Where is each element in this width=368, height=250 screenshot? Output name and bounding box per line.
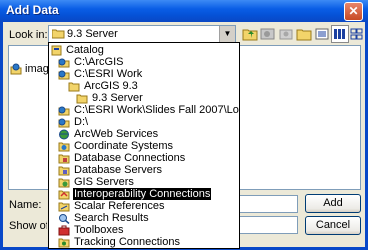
name-field[interactable] <box>238 195 298 213</box>
dropdown-item-d-drive[interactable]: D:\ <box>58 116 89 128</box>
tracking-icon <box>58 238 70 247</box>
close-button[interactable]: ✕ <box>344 2 363 21</box>
dropdown-item-label: D:\ <box>74 116 89 128</box>
title-bar: Add Data ✕ <box>0 0 368 22</box>
connect-folder-button[interactable] <box>277 25 295 43</box>
dropdown-item-label: Scalar References <box>74 200 165 212</box>
arcweb-icon <box>59 129 69 139</box>
folder-icon <box>68 82 80 91</box>
dropdown-item-database-servers[interactable]: Database Servers <box>58 164 163 176</box>
dropdown-item-label: Database Servers <box>74 164 163 176</box>
scalar-references-icon <box>58 202 70 211</box>
dropdown-item-93-server[interactable]: 9.3 Server <box>76 92 144 104</box>
name-label: Name: <box>9 199 42 211</box>
folder-connection-icon <box>58 58 70 67</box>
imagery-icon <box>10 63 22 75</box>
dropdown-item-label: Search Results <box>74 212 149 224</box>
look-in-label: Look in: <box>9 29 48 41</box>
cancel-button[interactable]: Cancel <box>305 216 361 235</box>
folder-icon <box>52 29 65 39</box>
dropdown-item-label: Catalog <box>66 44 104 56</box>
folder-connection-icon <box>58 106 70 115</box>
dropdown-item-arcweb[interactable]: ArcWeb Services <box>58 128 159 140</box>
thumbnails-view-icon <box>350 28 362 40</box>
catalog-icon <box>51 45 62 55</box>
search-results-icon <box>59 213 70 224</box>
chevron-down-icon[interactable]: ▼ <box>219 26 235 42</box>
look-in-value: 9.3 Server <box>67 28 118 40</box>
dropdown-item-c-esri-work[interactable]: C:\ESRI Work <box>58 68 143 80</box>
show-of-type-label: Show of type: <box>9 220 47 232</box>
up-one-level-button[interactable] <box>241 25 259 43</box>
folder-connection-icon <box>58 118 70 127</box>
window-frame-left <box>0 22 3 250</box>
look-in-dropdown[interactable]: Catalog C:\ArcGIS C:\ESRI Work ArcGIS 9.… <box>48 42 240 249</box>
dropdown-item-label: ArcWeb Services <box>74 128 159 140</box>
dropdown-item-coordinate-systems[interactable]: Coordinate Systems <box>58 140 174 152</box>
dropdown-item-c-arcgis[interactable]: C:\ArcGIS <box>58 56 125 68</box>
dropdown-item-label: C:\ESRI Work <box>74 68 143 80</box>
dropdown-item-label: GIS Servers <box>74 176 134 188</box>
dropdown-item-database-connections[interactable]: Database Connections <box>58 152 186 164</box>
thumbnails-view-button[interactable] <box>349 25 363 43</box>
details-view-button[interactable] <box>331 25 349 43</box>
dropdown-item-label: C:\ArcGIS <box>74 56 124 68</box>
dropdown-item-label: Tracking Connections <box>74 236 180 248</box>
dropdown-item-arcgis-93[interactable]: ArcGIS 9.3 <box>68 80 139 92</box>
dropdown-item-scalar-references[interactable]: Scalar References <box>58 200 166 212</box>
database-connections-icon <box>58 154 70 163</box>
connect-folder-icon <box>279 29 293 40</box>
look-in-combobox[interactable]: 9.3 Server ▼ <box>48 25 236 43</box>
dropdown-item-label: ArcGIS 9.3 <box>84 80 138 92</box>
dropdown-item-label: Toolboxes <box>74 224 124 236</box>
dropdown-item-tracking-connections[interactable]: Tracking Connections <box>58 236 181 248</box>
interop-icon <box>58 190 70 199</box>
add-button[interactable]: Add <box>305 194 361 213</box>
dropdown-item-local-govt[interactable]: C:\ESRI Work\Slides Fall 2007\Local govt… <box>58 104 239 116</box>
folder-icon <box>76 94 88 103</box>
dropdown-item-label: C:\ESRI Work\Slides Fall 2007\Local govt… <box>74 104 239 116</box>
catalog-home-button[interactable] <box>259 25 277 43</box>
dropdown-item-interoperability-connections[interactable]: Interoperability Connections <box>58 188 212 200</box>
dropdown-item-toolboxes[interactable]: Toolboxes <box>58 224 125 236</box>
gis-servers-icon <box>58 178 70 187</box>
disconnect-icon <box>296 29 312 41</box>
disconnect-button[interactable] <box>295 25 313 43</box>
folder-connection-icon <box>58 70 70 79</box>
dropdown-item-gis-servers[interactable]: GIS Servers <box>58 176 135 188</box>
dropdown-item-search-results[interactable]: Search Results <box>58 212 150 224</box>
dropdown-item-label: Database Connections <box>74 152 186 164</box>
new-folder-button[interactable] <box>313 25 331 43</box>
close-icon: ✕ <box>348 4 359 18</box>
show-of-type-field[interactable] <box>238 216 298 234</box>
dropdown-item-label: 9.3 Server <box>92 92 143 104</box>
details-view-icon <box>334 29 345 39</box>
dropdown-item-catalog[interactable]: Catalog <box>51 44 105 56</box>
up-one-level-icon <box>242 29 258 41</box>
dropdown-item-label: Interoperability Connections <box>73 188 212 200</box>
catalog-home-icon <box>260 28 275 40</box>
coordinate-systems-icon <box>58 142 70 151</box>
toolboxes-icon <box>58 225 70 235</box>
dropdown-item-label: Coordinate Systems <box>74 140 174 152</box>
window-title: Add Data <box>6 3 59 17</box>
database-servers-icon <box>58 166 70 175</box>
new-folder-icon <box>315 28 329 40</box>
